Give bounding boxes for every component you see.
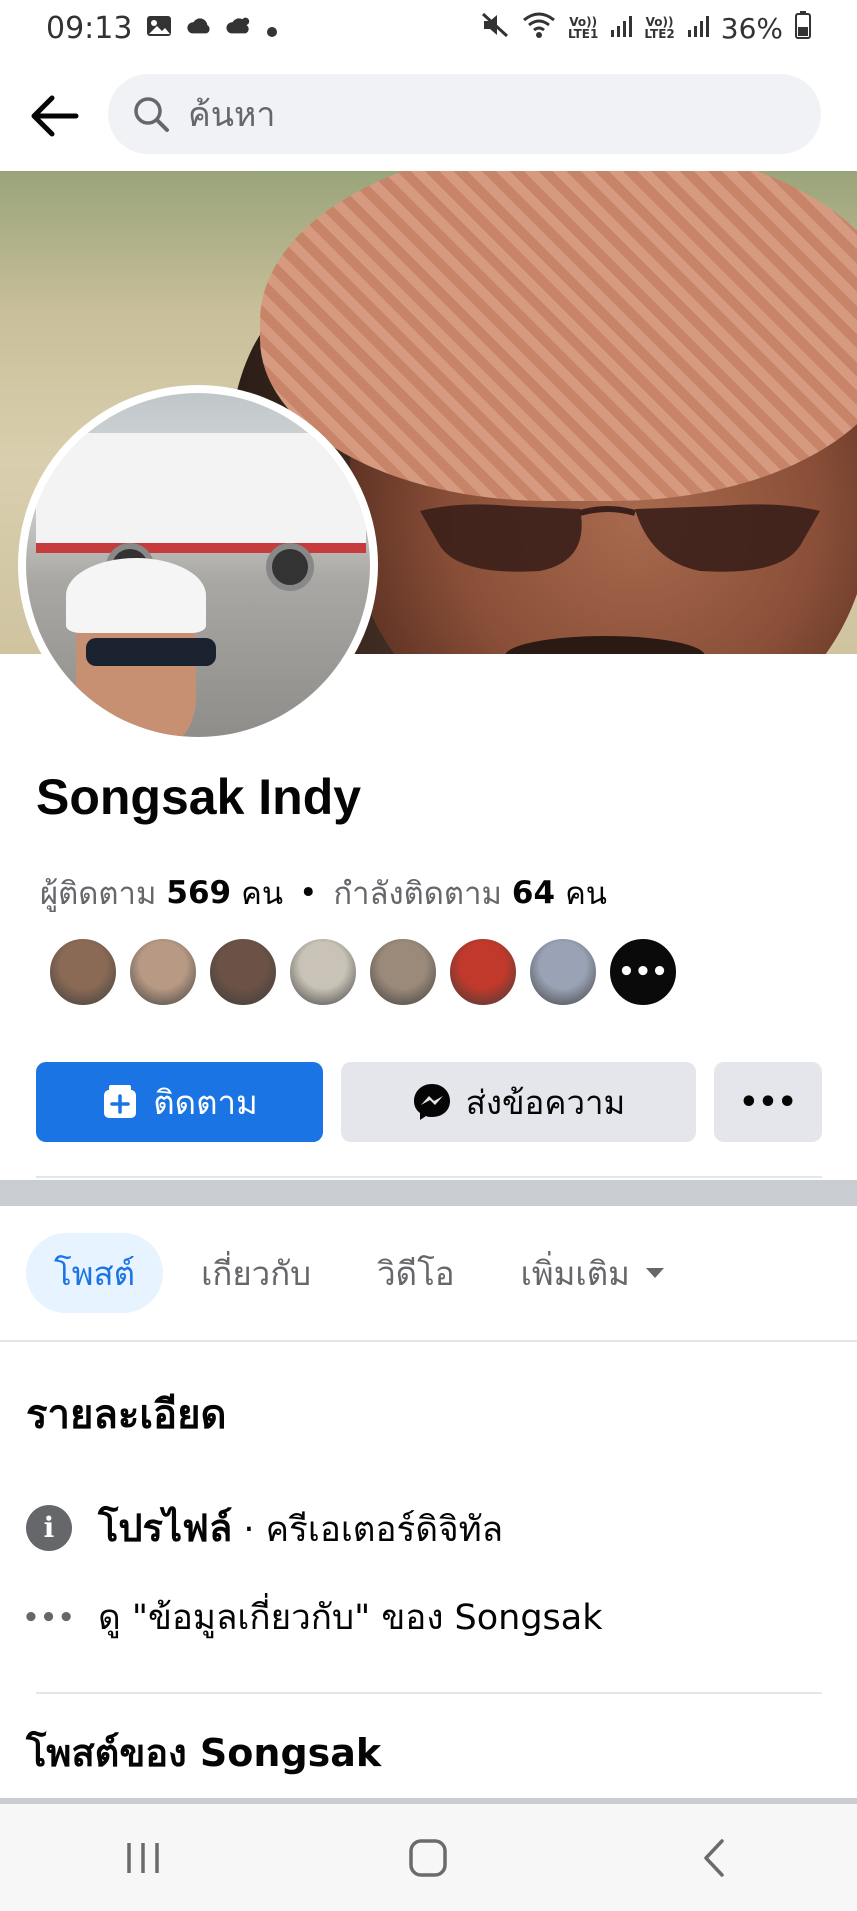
details-title: รายละเอียด <box>26 1392 227 1438</box>
tab-posts[interactable]: โพสต์ <box>26 1233 164 1313</box>
friend-avatar[interactable] <box>288 937 358 1007</box>
tab-posts-label: โพสต์ <box>54 1253 136 1293</box>
avatar-wheel <box>266 543 314 591</box>
notification-dot-icon <box>266 11 278 46</box>
status-left: 09:13 <box>46 11 278 46</box>
tab-about[interactable]: เกี่ยวกับ <box>173 1233 339 1313</box>
follow-label: ติดตาม <box>153 1082 258 1122</box>
battery-text: 36% <box>720 11 783 45</box>
cover-glasses <box>420 504 820 572</box>
status-right: Vo)) LTE1 Vo)) LTE2 36% <box>480 10 811 46</box>
info-icon: i <box>26 1504 72 1551</box>
system-back-button[interactable] <box>654 1818 774 1898</box>
recent-apps-icon <box>127 1842 159 1873</box>
nav-back-icon <box>704 1838 724 1877</box>
home-button[interactable] <box>368 1818 488 1898</box>
friend-avatar[interactable] <box>48 937 118 1007</box>
avatar-cap <box>66 558 206 633</box>
back-button[interactable] <box>0 62 110 170</box>
message-label: ส่งข้อความ <box>465 1082 626 1122</box>
dots-icon: ••• <box>22 1602 76 1633</box>
status-bar: 09:13 Vo)) LTE1 Vo)) LTE2 36% <box>0 0 857 56</box>
profile-tabs: โพสต์ เกี่ยวกับ วิดีโอ เพิ่มเติม <box>26 1233 694 1313</box>
more-options-button[interactable]: ••• <box>714 1062 822 1142</box>
tab-videos[interactable]: วิดีโอ <box>349 1233 483 1313</box>
followers-unit: คน <box>241 876 284 912</box>
tab-more-label: เพิ่มเติม <box>520 1253 630 1293</box>
friend-avatar[interactable] <box>368 937 438 1007</box>
profile-avatar[interactable] <box>18 385 378 745</box>
messenger-icon <box>413 1084 450 1120</box>
tab-videos-label: วิดีโอ <box>377 1253 455 1293</box>
system-navigation-bar <box>0 1804 857 1911</box>
message-button[interactable]: ส่งข้อความ <box>341 1062 696 1142</box>
avatar-truck <box>36 433 366 553</box>
sim2-label: LTE2 <box>644 27 675 41</box>
search-input[interactable]: ค้นหา <box>108 74 821 154</box>
search-icon <box>134 97 169 132</box>
profile-name: Songsak Indy <box>36 769 362 825</box>
friend-avatar[interactable] <box>528 937 598 1007</box>
battery-icon <box>795 10 811 46</box>
mute-icon <box>480 11 510 46</box>
sim2-indicator: Vo)) LTE2 <box>644 16 674 40</box>
following-unit: คน <box>565 876 607 912</box>
sim1-indicator: Vo)) LTE1 <box>568 16 598 40</box>
tabs-divider <box>0 1340 857 1342</box>
divider <box>36 1692 822 1694</box>
follow-button[interactable]: ติดตาม <box>36 1062 323 1142</box>
profile-type-row: i โปรไฟล์ · ครีเอเตอร์ดิจิทัล <box>26 1497 503 1558</box>
gallery-icon <box>146 11 172 46</box>
divider <box>36 1176 822 1178</box>
tab-about-label: เกี่ยวกับ <box>201 1253 312 1293</box>
recent-apps-button[interactable] <box>83 1818 203 1898</box>
more-options-icon: ••• <box>739 1084 797 1120</box>
sim1-label: LTE1 <box>567 27 599 41</box>
posts-section-title: โพสต์ของ Songsak <box>26 1731 382 1775</box>
stats-separator: • <box>299 875 318 911</box>
section-divider <box>0 1180 857 1206</box>
friend-avatar[interactable] <box>208 937 278 1007</box>
cloud-icon <box>186 11 212 46</box>
signal-icon-2 <box>687 12 709 45</box>
see-about-link[interactable]: ดู "ข้อมูลเกี่ยวกับ" ของ Songsak <box>98 1590 603 1645</box>
more-friends-button[interactable]: ••• <box>608 937 678 1007</box>
status-time: 09:13 <box>46 10 133 46</box>
caret-down-icon <box>645 1268 664 1278</box>
followers-label[interactable]: ผู้ติดตาม <box>40 868 156 918</box>
arrow-left-icon <box>31 95 79 137</box>
search-header: ค้นหา <box>0 62 857 170</box>
see-about-row[interactable]: ••• ดู "ข้อมูลเกี่ยวกับ" ของ Songsak <box>22 1590 603 1645</box>
follow-plus-icon <box>104 1085 137 1118</box>
profile-actions: ติดตาม ส่งข้อความ ••• <box>36 1062 822 1142</box>
wifi-icon <box>522 11 556 46</box>
following-label[interactable]: กำลังติดตาม <box>333 868 502 918</box>
friend-avatars: ••• <box>48 937 678 1007</box>
signal-icon <box>610 12 633 45</box>
friend-avatar[interactable] <box>128 937 198 1007</box>
avatar-image <box>26 393 370 737</box>
profile-type-lead: โปรไฟล์ <box>98 1506 233 1550</box>
profile-type-category: · ครีเอเตอร์ดิจิทัล <box>243 1510 504 1550</box>
profile-stats: ผู้ติดตาม 569 คน • กำลังติดตาม 64 คน <box>40 868 607 918</box>
cloud-sync-icon <box>226 11 252 46</box>
search-placeholder: ค้นหา <box>188 95 276 135</box>
avatar-sunglasses <box>86 638 216 666</box>
friend-avatar[interactable] <box>448 937 518 1007</box>
home-icon <box>409 1838 448 1877</box>
followers-count[interactable]: 569 <box>166 875 231 911</box>
tab-more[interactable]: เพิ่มเติม <box>493 1233 694 1313</box>
following-count[interactable]: 64 <box>512 875 555 911</box>
